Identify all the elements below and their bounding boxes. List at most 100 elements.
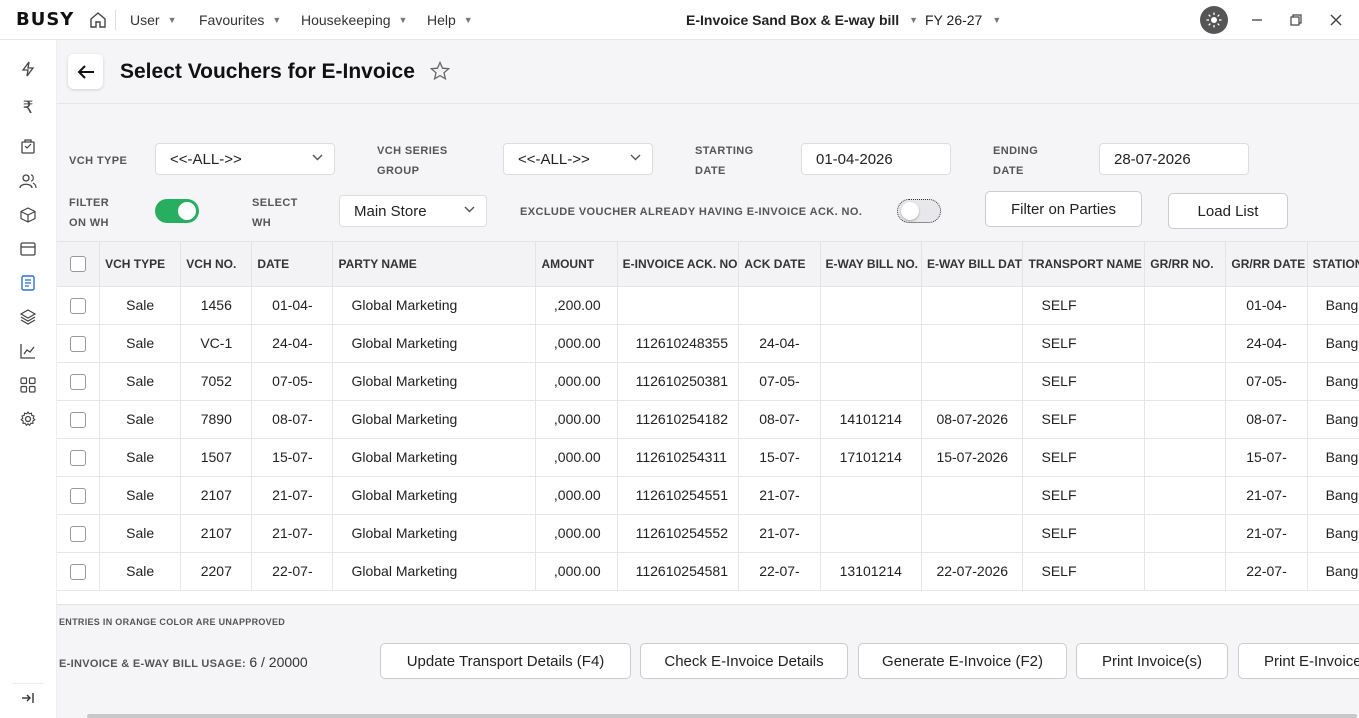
col-gr-rr-date[interactable]: GR/RR DATE (1225, 242, 1308, 287)
col-eway-bill-date[interactable]: E-WAY BILL DAT (921, 242, 1024, 287)
col-ack-date[interactable]: ACK DATE (738, 242, 821, 287)
page-title: Select Vouchers for E-Invoice (120, 60, 415, 83)
table-row[interactable]: Sale 2207 22-07- Global Marketing ,000.00 112… (57, 552, 1359, 591)
row-select-cell (57, 552, 101, 591)
update-transport-button[interactable]: Update Transport Details (F4) (380, 643, 631, 679)
bag-icon[interactable] (18, 136, 38, 156)
table-row[interactable]: Sale 1456 01-04- Global Marketing ,200.00 SEL… (57, 286, 1359, 325)
row-checkbox[interactable] (70, 411, 87, 428)
close-icon[interactable] (1326, 10, 1346, 30)
cell-ack-no: 112610248355 (617, 324, 740, 363)
home-icon[interactable] (89, 11, 107, 29)
row-checkbox[interactable] (70, 487, 87, 504)
col-station[interactable]: STATION (1307, 242, 1359, 287)
vouchers-table: VCH TYPE VCH NO. DATE PARTY NAME AMOUNT … (57, 241, 1359, 605)
table-row[interactable]: Sale 2107 21-07- Global Marketing ,000.00 112… (57, 476, 1359, 515)
load-list-button[interactable]: Load List (1168, 193, 1288, 229)
chevron-down-icon: ▼ (167, 15, 177, 25)
col-eway-bill-no[interactable]: E-WAY BILL NO. (820, 242, 923, 287)
col-party-name[interactable]: PARTY NAME (332, 242, 537, 287)
gear-icon[interactable] (18, 409, 38, 429)
cell-amount: ,200.00 (535, 286, 618, 325)
select-all-checkbox[interactable] (70, 255, 87, 272)
table-row[interactable]: Sale 7890 08-07- Global Marketing ,000.00 112… (57, 400, 1359, 439)
print-invoices-button[interactable]: Print Invoice(s) (1076, 643, 1228, 679)
sidebar-collapse-icon[interactable] (12, 683, 44, 711)
row-checkbox[interactable] (70, 563, 87, 580)
col-vch-type[interactable]: VCH TYPE (99, 242, 182, 287)
row-select-cell (57, 362, 101, 401)
cell-gr-rr-date: 01-04- (1225, 286, 1308, 325)
row-checkbox[interactable] (70, 525, 87, 542)
col-gr-rr-no[interactable]: GR/RR NO. (1144, 242, 1227, 287)
layers-icon[interactable] (18, 307, 38, 327)
vch-type-select[interactable]: <<-ALL->> (155, 143, 335, 175)
col-date[interactable]: DATE (251, 242, 334, 287)
table-row[interactable]: Sale 7052 07-05- Global Marketing ,000.00 112… (57, 362, 1359, 401)
cell-gr-rr-no (1144, 400, 1227, 439)
bolt-icon[interactable] (18, 59, 38, 79)
minimize-icon[interactable] (1247, 10, 1267, 30)
restore-icon[interactable] (1286, 10, 1306, 30)
grid-icon[interactable] (18, 375, 38, 395)
col-amount[interactable]: AMOUNT (535, 242, 618, 287)
menu-favourites[interactable]: Favourites ▼ (199, 12, 281, 28)
exclude-ack-toggle[interactable] (897, 199, 941, 223)
print-einvoice-button[interactable]: Print E-Invoice (1238, 643, 1359, 679)
box-icon[interactable] (18, 205, 38, 225)
row-checkbox[interactable] (70, 449, 87, 466)
row-checkbox[interactable] (70, 297, 87, 314)
menu-user[interactable]: User ▼ (130, 12, 176, 28)
table-row[interactable]: Sale VC-1 24-04- Global Marketing ,000.00 112… (57, 324, 1359, 363)
cell-transport: SELF (1022, 324, 1146, 363)
check-einvoice-button[interactable]: Check E-Invoice Details (640, 643, 848, 679)
cell-vch-no: 2107 (180, 476, 253, 515)
col-vch-no[interactable]: VCH NO. (180, 242, 253, 287)
cell-amount: ,000.00 (535, 438, 618, 477)
cell-ack-date: 21-07- (738, 514, 821, 553)
col-einvoice-ack-no[interactable]: E-INVOICE ACK. NO. (617, 242, 740, 287)
select-wh-select[interactable]: Main Store (339, 195, 487, 227)
starting-date-input[interactable]: 01-04-2026 (801, 143, 951, 175)
cell-date: 21-07- (251, 514, 334, 553)
sidebar: ₹ (0, 40, 57, 718)
cell-vch-no: 1507 (180, 438, 253, 477)
filter-on-parties-button[interactable]: Filter on Parties (985, 191, 1142, 227)
cell-ack-date: 15-07- (738, 438, 821, 477)
cell-vch-type: Sale (99, 400, 182, 439)
cell-gr-rr-no (1144, 476, 1227, 515)
table-row[interactable]: Sale 2107 21-07- Global Marketing ,000.00 112… (57, 514, 1359, 553)
cell-party-name: Global Marketing (332, 400, 537, 439)
select-all-header (57, 242, 101, 287)
users-icon[interactable] (18, 171, 38, 191)
cell-transport: SELF (1022, 362, 1146, 401)
filter-wh-toggle[interactable] (155, 199, 199, 223)
horizontal-scrollbar[interactable] (87, 714, 1357, 718)
cell-gr-rr-date: 22-07- (1225, 552, 1308, 591)
cell-vch-no: VC-1 (180, 324, 253, 363)
rupee-icon[interactable]: ₹ (18, 98, 38, 118)
cell-eway-no: 14101214 (820, 400, 923, 439)
fy-selector[interactable]: FY 26-27 ▼ (925, 12, 1001, 28)
cell-ack-no: 112610250381 (617, 362, 740, 401)
toggle-knob (178, 202, 196, 220)
table-row[interactable]: Sale 1507 15-07- Global Marketing ,000.00 112… (57, 438, 1359, 477)
row-checkbox[interactable] (70, 373, 87, 390)
chart-icon[interactable] (18, 341, 38, 361)
menu-housekeeping[interactable]: Housekeeping ▼ (301, 12, 407, 28)
card-icon[interactable] (18, 239, 38, 259)
vch-series-select[interactable]: <<-ALL->> (503, 143, 653, 175)
ending-date-input[interactable]: 28-07-2026 (1099, 143, 1249, 175)
company-selector[interactable]: E-Invoice Sand Box & E-way bill ▼ (686, 12, 918, 28)
document-icon[interactable] (18, 273, 38, 293)
starting-date-label: STARTING DATE (695, 145, 754, 177)
menu-help[interactable]: Help ▼ (427, 12, 473, 28)
theme-toggle-icon[interactable] (1200, 6, 1228, 34)
back-button[interactable] (68, 54, 103, 89)
star-icon[interactable] (429, 60, 452, 83)
row-checkbox[interactable] (70, 335, 87, 352)
generate-einvoice-button[interactable]: Generate E-Invoice (F2) (858, 643, 1067, 679)
cell-station: Banglore (1307, 438, 1359, 477)
row-select-cell (57, 324, 101, 363)
col-transport-name[interactable]: TRANSPORT NAME (1022, 242, 1146, 287)
